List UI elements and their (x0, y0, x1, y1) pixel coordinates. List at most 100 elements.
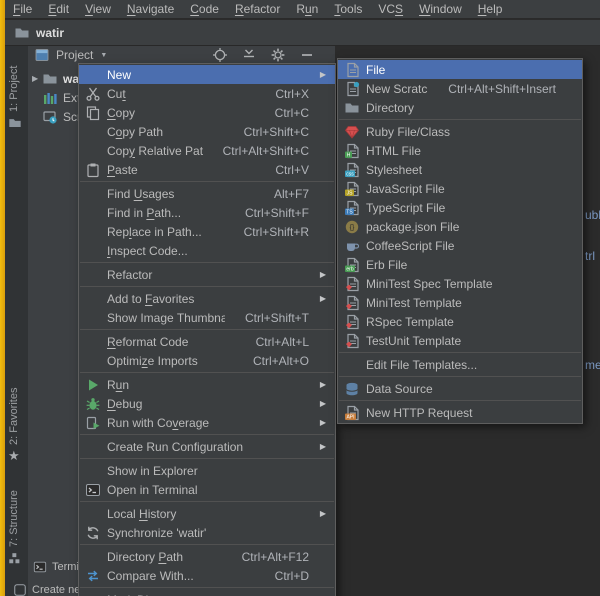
context-menu-item-copy-relative-path[interactable]: Copy Relative PathCtrl+Alt+Shift+C (79, 141, 335, 160)
menu-item-icon-cell (85, 525, 107, 541)
new-submenu-item-new-http-request[interactable]: APINew HTTP Request (338, 403, 582, 422)
new-submenu-item-coffeescript-file[interactable]: CoffeeScript File (338, 236, 582, 255)
menu-item-icon-cell: JS (344, 181, 366, 197)
menu-item-label: Show Image Thumbnails (107, 311, 225, 325)
new-submenu-item-new-scratch-file[interactable]: New Scratch FileCtrl+Alt+Shift+Insert (338, 79, 582, 98)
menu-item-shortcut: Alt+F7 (274, 187, 309, 201)
editor-text-fragment: ubl (585, 208, 600, 222)
menubar-item-vcs[interactable]: VCS (370, 0, 411, 19)
menu-item-label: MiniTest Template (366, 296, 556, 310)
context-menu-item-debug[interactable]: Debug ▶ (79, 394, 335, 413)
menu-item-label: Compare With... (107, 569, 255, 583)
menu-item-label: Reformat Code (107, 335, 236, 349)
context-menu-item-find-in-path[interactable]: Find in Path...Ctrl+Shift+F (79, 203, 335, 222)
new-submenu-item-package-json-file[interactable]: {}package.json File (338, 217, 582, 236)
menu-item-label: Find in Path... (107, 206, 225, 220)
editor-text-fragment: trl (585, 249, 595, 263)
submenu-arrow-icon: ▶ (317, 270, 326, 279)
new-submenu-item-testunit-template[interactable]: TestUnit Template (338, 331, 582, 350)
context-menu-item-mark-directory-as[interactable]: Mark Directory as▶ (79, 590, 335, 596)
context-menu-item-find-usages[interactable]: Find UsagesAlt+F7 (79, 184, 335, 203)
menubar-item-code[interactable]: Code (182, 0, 227, 19)
new-submenu-item-typescript-file[interactable]: TSTypeScript File (338, 198, 582, 217)
new-submenu-item-data-source[interactable]: Data Source (338, 379, 582, 398)
hide-panel-icon[interactable] (299, 47, 315, 63)
menu-item-shortcut: Ctrl+Alt+L (256, 335, 309, 349)
project-stripe-folder-icon[interactable] (8, 116, 22, 130)
context-menu-item-cut[interactable]: CutCtrl+X (79, 84, 335, 103)
file-icon (344, 62, 360, 78)
menu-item-shortcut: Ctrl+V (275, 163, 309, 177)
new-submenu-item-file[interactable]: File (338, 60, 582, 79)
new-submenu-item-edit-file-templates[interactable]: Edit File Templates... (338, 355, 582, 374)
new-submenu-item-stylesheet[interactable]: cssStylesheet (338, 160, 582, 179)
menu-separator (80, 262, 334, 263)
menubar-item-run[interactable]: Run (288, 0, 326, 19)
collapse-all-icon[interactable] (241, 47, 257, 63)
menu-item-label: Cut (107, 87, 255, 101)
menubar-item-file[interactable]: File (5, 0, 40, 19)
context-menu-item-copy-path[interactable]: Copy PathCtrl+Shift+C (79, 122, 335, 141)
menubar-item-edit[interactable]: Edit (40, 0, 77, 19)
new-submenu-item-rspec-template[interactable]: RSpec Template (338, 312, 582, 331)
context-menu-item-run[interactable]: Run▶ (79, 375, 335, 394)
context-menu-item-inspect-code[interactable]: Inspect Code... (79, 241, 335, 260)
menu-item-label: Debug (107, 397, 309, 411)
breadcrumb-project[interactable]: watir (36, 26, 64, 40)
erb-file-icon: erb (344, 257, 360, 273)
menubar-item-tools[interactable]: Tools (326, 0, 370, 19)
menubar-item-help[interactable]: Help (470, 0, 511, 19)
menu-item-icon-cell (85, 105, 107, 121)
context-menu-item-reformat-code[interactable]: Reformat Code Ctrl+Alt+L (79, 332, 335, 351)
tool-window-button-project[interactable]: 1: Project (8, 66, 20, 112)
context-menu-item-show-in-explorer[interactable]: Show in Explorer (79, 461, 335, 480)
tool-window-button-structure[interactable]: 7: Structure (8, 490, 20, 547)
expand-arrow-icon[interactable]: ▶ (32, 74, 42, 83)
menu-item-label: Paste (107, 163, 255, 177)
gear-icon[interactable] (270, 47, 286, 63)
star-icon[interactable]: ★ (8, 449, 20, 462)
new-submenu-item-erb-file[interactable]: erbErb File (338, 255, 582, 274)
new-submenu-item-javascript-file[interactable]: JSJavaScript File (338, 179, 582, 198)
context-menu-item-copy[interactable]: CopyCtrl+C (79, 103, 335, 122)
chevron-down-icon[interactable]: ▼ (100, 52, 107, 59)
context-menu-item-synchronize-watir[interactable]: Synchronize 'watir' (79, 523, 335, 542)
ruby-icon (344, 124, 360, 140)
select-opened-file-icon[interactable] (212, 47, 228, 63)
structure-icon[interactable] (8, 551, 22, 565)
context-menu-item-paste[interactable]: Paste Ctrl+V (79, 160, 335, 179)
context-menu-item-replace-in-path[interactable]: Replace in Path...Ctrl+Shift+R (79, 222, 335, 241)
new-submenu-item-minitest-template[interactable]: MiniTest Template (338, 293, 582, 312)
context-menu-item-compare-with[interactable]: Compare With...Ctrl+D (79, 566, 335, 585)
menubar-item-view[interactable]: View (77, 0, 119, 19)
context-menu-item-open-in-terminal[interactable]: Open in Terminal (79, 480, 335, 499)
project-panel-title[interactable]: Project (56, 48, 93, 62)
new-submenu-item-minitest-spec-template[interactable]: MiniTest Spec Template (338, 274, 582, 293)
menu-separator (339, 376, 581, 377)
context-menu-item-add-to-favorites[interactable]: Add to Favorites▶ (79, 289, 335, 308)
context-menu-item-show-image-thumbnails[interactable]: Show Image ThumbnailsCtrl+Shift+T (79, 308, 335, 327)
context-menu-item-new[interactable]: New▶ (79, 65, 335, 84)
tool-window-button-favorites[interactable]: 2: Favorites (8, 388, 20, 445)
menu-item-label: Optimize Imports (107, 354, 233, 368)
submenu-arrow-icon: ▶ (317, 399, 326, 408)
menubar-item-refactor[interactable]: Refactor (227, 0, 288, 19)
menubar-item-window[interactable]: Window (411, 0, 470, 19)
context-menu-item-run-with-coverage[interactable]: Run with Coverage▶ (79, 413, 335, 432)
copy-icon (85, 105, 101, 121)
menu-item-icon-cell (344, 381, 366, 397)
new-submenu-item-html-file[interactable]: HHTML File (338, 141, 582, 160)
context-menu-item-local-history[interactable]: Local History▶ (79, 504, 335, 523)
new-submenu-item-directory[interactable]: Directory (338, 98, 582, 117)
paste-icon (85, 162, 101, 178)
context-menu-item-create-run-configuration[interactable]: Create Run Configuration▶ (79, 437, 335, 456)
menu-item-icon-cell (85, 568, 107, 584)
context-menu-item-directory-path[interactable]: Directory PathCtrl+Alt+F12 (79, 547, 335, 566)
context-menu-item-optimize-imports[interactable]: Optimize ImportsCtrl+Alt+O (79, 351, 335, 370)
menu-item-label: Stylesheet (366, 163, 556, 177)
new-submenu-item-ruby-file-class[interactable]: Ruby File/Class (338, 122, 582, 141)
new-submenu: FileNew Scratch FileCtrl+Alt+Shift+Inser… (337, 58, 583, 424)
menubar-item-navigate[interactable]: Navigate (119, 0, 182, 19)
context-menu-item-refactor[interactable]: Refactor▶ (79, 265, 335, 284)
folder-icon (42, 71, 58, 87)
